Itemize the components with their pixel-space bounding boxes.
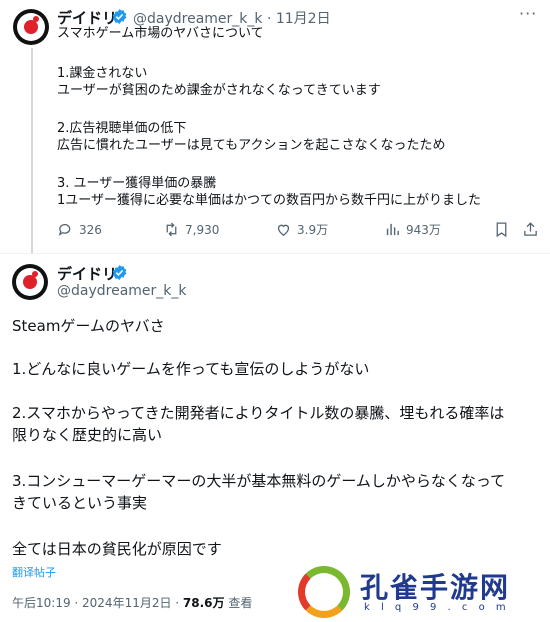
tweet-2-line: 全ては日本の貧民化が原因です (12, 540, 222, 558)
tweet-2-line: 限りなく歴史的に高い (12, 426, 163, 444)
display-name[interactable]: デイドリ (57, 263, 117, 284)
tweet-divider (0, 253, 550, 254)
avatar[interactable] (13, 9, 49, 45)
tweet-1-line: 1.課金されない (57, 66, 148, 81)
bookmark-icon[interactable] (493, 221, 510, 238)
avatar[interactable] (12, 264, 48, 300)
verified-icon (112, 265, 127, 280)
views-button[interactable]: 943万 (384, 221, 441, 238)
share-icon[interactable] (522, 221, 539, 238)
retweet-icon (166, 222, 177, 237)
retweet-count: 7,930 (185, 222, 220, 237)
like-count: 3.9万 (297, 223, 329, 237)
reply-button[interactable]: 326 (57, 221, 102, 238)
watermark-title: 孔雀手游网 (360, 571, 511, 604)
views-count: 943万 (406, 223, 441, 237)
post-views: 78.6万 (182, 596, 225, 610)
reply-count: 326 (79, 222, 102, 237)
tweet-2-line: Steamゲームのヤバさ (12, 317, 165, 335)
watermark-url: k l q 9 9 . c o m (364, 602, 510, 613)
watermark-logo-icon (298, 566, 350, 618)
watermark: 孔雀手游网 k l q 9 9 . c o m (298, 566, 548, 618)
post-views-suffix: 查看 (224, 596, 253, 610)
handle[interactable]: @daydreamer_k_k (57, 283, 187, 299)
tweet-2-line: 1.どんなに良いゲームを作っても宣伝のしようがない (12, 360, 370, 378)
more-icon[interactable]: ··· (519, 4, 537, 23)
retweet-button[interactable]: 7,930 (163, 221, 219, 238)
tweet-1-line: スマホゲーム市場のヤバさについて (57, 26, 264, 41)
reply-icon (58, 223, 71, 236)
tweet-2-line: きているという事実 (12, 494, 148, 512)
tweet-2-line: 2.スマホからやってきた開発者によりタイトル数の暴騰、埋もれる確率は (12, 404, 505, 422)
tweet-1-line: 2.広告視聴単価の低下 (57, 121, 187, 136)
tweet-1-line: 広告に慣れたユーザーは見てもアクションを起こさなくなったため (57, 138, 446, 153)
like-button[interactable]: 3.9万 (275, 221, 328, 238)
thread-line (31, 48, 33, 253)
tweet-1-line: ユーザーが貧困のため課金がされなくなってきています (57, 83, 381, 98)
verified-icon (112, 9, 127, 24)
like-icon (277, 224, 290, 236)
tweet-1-line: 1ユーザー獲得に必要な単価はかつての数百円から数千円に上がりました (57, 193, 482, 208)
views-icon (386, 223, 399, 236)
translate-post-link[interactable]: 翻译帖子 (12, 564, 56, 580)
post-meta: 午后10:19 · 2024年11月2日 · 78.6万 查看 (12, 594, 252, 611)
post-time[interactable]: 午后10:19 · 2024年11月2日 · (12, 596, 183, 610)
tweet-1-line: 3. ユーザー獲得単価の暴騰 (57, 176, 217, 191)
tweet-2-line: 3.コンシューマーゲーマーの大半が基本無料のゲームしかやらなくなって (12, 472, 506, 490)
